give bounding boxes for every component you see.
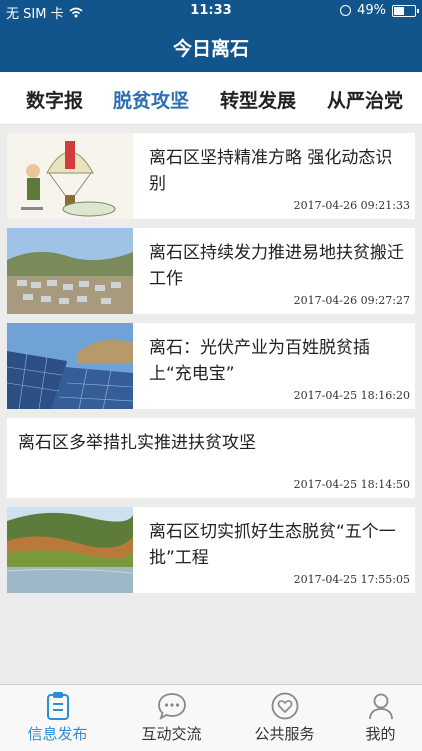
heart-badge-icon <box>271 692 299 720</box>
tab-transformation[interactable]: 转型发展 <box>220 86 296 113</box>
tabbar-item-public-service[interactable]: 公共服务 <box>232 685 337 751</box>
battery-icon <box>392 4 419 17</box>
article-thumbnail <box>7 323 133 409</box>
article-title: 离石区多举措扎实推进扶贫攻坚 <box>18 433 256 453</box>
tabbar-item-info[interactable]: 信息发布 <box>5 685 110 751</box>
category-tabs: 数字报 脱贫攻坚 转型发展 从严治党 <box>0 72 422 125</box>
status-bar: 无 SIM 卡 11:33 49% <box>0 0 422 22</box>
article-title: 离石区坚持精准方略 强化动态识别 <box>149 148 393 194</box>
article-title: 离石区持续发力推进易地扶贫搬迁工作 <box>149 243 404 289</box>
article-thumbnail <box>7 133 133 219</box>
chat-bubble-icon <box>158 693 186 720</box>
article-card[interactable]: 离石区坚持精准方略 强化动态识别 2017-04-26 09:21:33 <box>7 133 415 219</box>
article-timestamp: 2017-04-25 17:55:05 <box>293 573 410 586</box>
article-card[interactable]: 离石区切实抓好生态脱贫“五个一批”工程 2017-04-25 17:55:05 <box>7 507 415 593</box>
article-timestamp: 2017-04-25 18:14:50 <box>293 478 410 491</box>
tab-poverty-alleviation[interactable]: 脱贫攻坚 <box>113 86 189 113</box>
article-thumbnail <box>7 228 133 314</box>
article-title: 离石：光伏产业为百姓脱贫插上“充电宝” <box>149 338 370 384</box>
article-title: 离石区切实抓好生态脱贫“五个一批”工程 <box>149 522 396 568</box>
tabbar-label: 公共服务 <box>254 725 315 743</box>
page-title: 今日离石 <box>172 37 249 60</box>
article-timestamp: 2017-04-25 18:16:20 <box>293 389 410 402</box>
article-card[interactable]: 离石区多举措扎实推进扶贫攻坚 2017-04-25 18:14:50 <box>7 418 415 498</box>
article-thumbnail <box>7 507 133 593</box>
tab-party-discipline[interactable]: 从严治党 <box>327 86 403 113</box>
article-timestamp: 2017-04-26 09:21:33 <box>293 199 410 212</box>
tabbar-label: 互动交流 <box>141 725 202 743</box>
clipboard-icon <box>47 692 69 720</box>
orientation-lock-icon <box>340 5 352 16</box>
nav-bar: 今日离石 <box>0 22 422 72</box>
battery-percent: 49% <box>357 3 386 18</box>
article-timestamp: 2017-04-26 09:27:27 <box>293 294 410 307</box>
tab-digital-paper[interactable]: 数字报 <box>26 86 83 113</box>
article-card[interactable]: 离石：光伏产业为百姓脱贫插上“充电宝” 2017-04-25 18:16:20 <box>7 323 415 409</box>
tabbar-label: 我的 <box>365 725 396 743</box>
bottom-tab-bar: 信息发布 互动交流 公共服务 我的 <box>0 684 422 751</box>
battery-fill <box>394 6 404 15</box>
tabbar-item-interaction[interactable]: 互动交流 <box>119 685 224 751</box>
user-icon <box>369 693 393 720</box>
tabbar-item-mine[interactable]: 我的 <box>328 685 422 751</box>
article-card[interactable]: 离石区持续发力推进易地扶贫搬迁工作 2017-04-26 09:27:27 <box>7 228 415 314</box>
tabbar-label: 信息发布 <box>27 725 88 743</box>
